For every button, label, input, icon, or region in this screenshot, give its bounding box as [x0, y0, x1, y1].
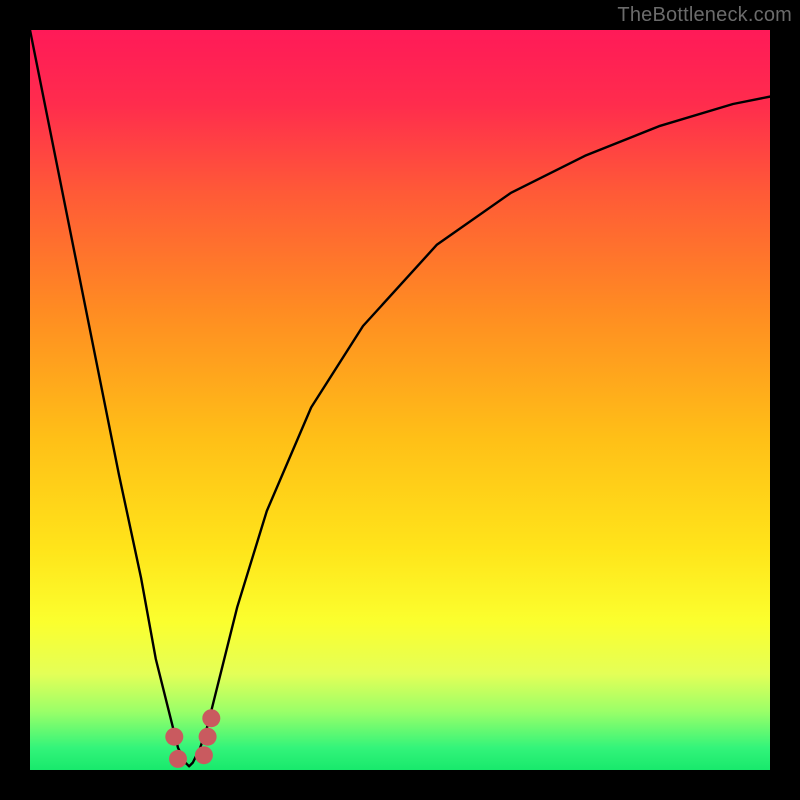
optimal-marker-dot [199, 728, 217, 746]
bottleneck-curve [30, 30, 770, 770]
optimal-marker-dot [169, 750, 187, 768]
optimal-marker-dot [202, 709, 220, 727]
plot-area [30, 30, 770, 770]
optimal-marker-dot [195, 746, 213, 764]
optimal-marker-dot [165, 728, 183, 746]
watermark-label: TheBottleneck.com [617, 4, 792, 27]
chart-frame: TheBottleneck.com [0, 0, 800, 800]
